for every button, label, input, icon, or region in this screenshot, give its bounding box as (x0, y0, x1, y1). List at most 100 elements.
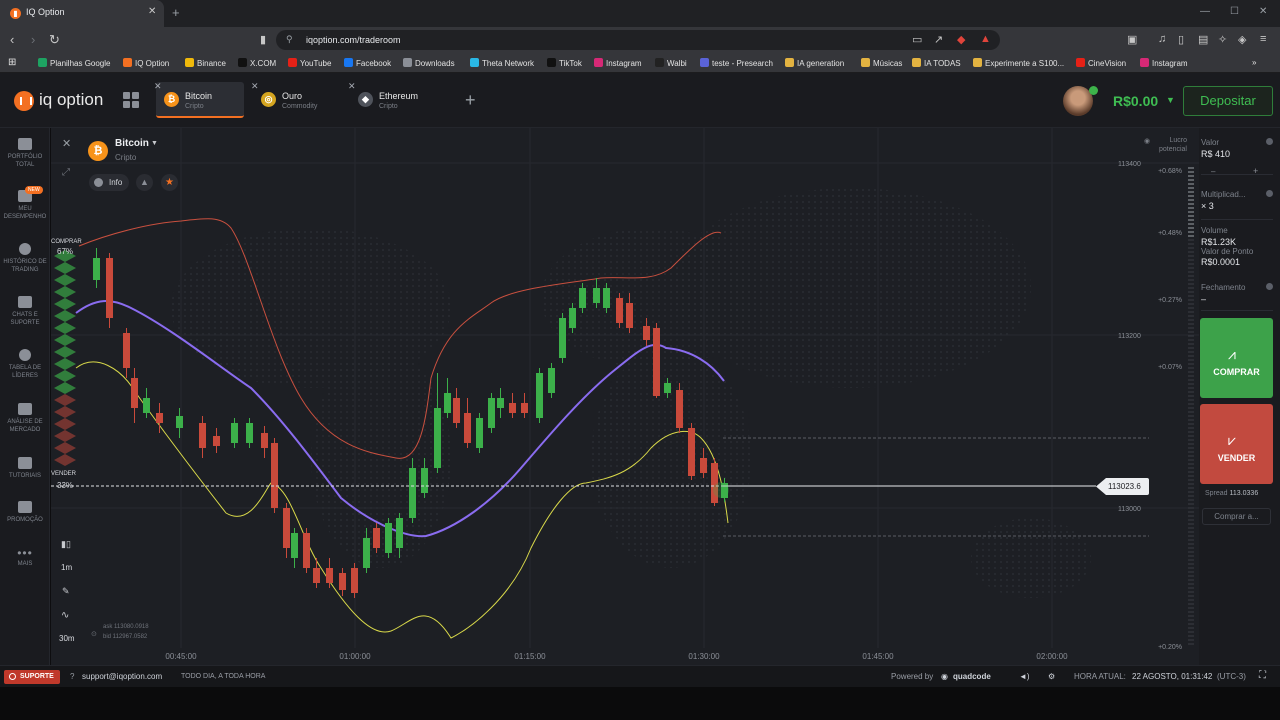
url-input[interactable]: ⚲ iqoption.com/traderoom (276, 30, 1000, 50)
fechamento-field[interactable]: Fechamento – (1201, 283, 1273, 311)
valor-value[interactable]: R$ 410 (1201, 149, 1273, 159)
decrease-icon[interactable]: – (1211, 167, 1215, 176)
fechamento-value[interactable]: – (1201, 294, 1273, 304)
bookmark-item[interactable]: CineVision (1076, 58, 1126, 68)
chart-area[interactable]: 00:45:00 01:00:00 01:15:00 01:30:00 01:45:00… (51, 128, 1199, 665)
new-tab-icon[interactable]: + (172, 5, 180, 20)
balance[interactable]: R$0.00 (1113, 93, 1158, 109)
price-chart[interactable]: 00:45:00 01:00:00 01:15:00 01:30:00 01:45:00… (51, 128, 1199, 665)
menu-icon[interactable]: ≡ (1260, 33, 1266, 45)
bookmark-item[interactable]: Músicas (861, 58, 902, 68)
cast-icon[interactable]: ▭ (912, 33, 922, 46)
back-icon[interactable]: ‹ (10, 32, 14, 47)
tab-bitcoin[interactable]: ✕ ₿ Bitcoin Cripto (154, 81, 244, 118)
sidebar-item-lideres[interactable]: TABELA DE LÍDERES (0, 349, 50, 380)
reload-icon[interactable]: ↻ (49, 32, 60, 48)
iqoption-logo-icon[interactable] (14, 91, 34, 111)
chevron-down-icon[interactable]: ▼ (151, 140, 158, 147)
sidebar-item-historico[interactable]: HISTÓRICO DE TRADING (0, 243, 50, 274)
sidebar-item-analise[interactable]: ANÁLISE DE MERCADO (0, 403, 50, 434)
bookmark-icon[interactable]: ▮ (260, 33, 266, 46)
sidebar-item-promocao[interactable]: PROMOÇÃO (0, 501, 50, 524)
extensions-icon[interactable]: ▣ (1127, 33, 1137, 46)
bell-icon[interactable]: ▲ (136, 174, 153, 191)
vpn-icon[interactable]: ◈ (1238, 33, 1246, 46)
eye-icon[interactable]: ◉ (1144, 137, 1150, 145)
close-tab-icon[interactable]: ✕ (348, 81, 356, 92)
more-bookmarks-icon[interactable]: » (1252, 58, 1256, 67)
bookmark-item[interactable]: Planilhas Google (38, 58, 110, 68)
timeframe-1m[interactable]: 1m (61, 563, 72, 572)
tab-ouro[interactable]: ✕ ◎ Ouro Commodity (251, 81, 341, 118)
info-icon[interactable] (1266, 283, 1273, 290)
comprar-a-button[interactable]: Comprar a... (1202, 508, 1271, 525)
chart-type-icon[interactable]: ▮▯ (61, 539, 71, 550)
site-info-icon[interactable]: ⚲ (286, 34, 293, 45)
bookmark-item[interactable]: IA generation (785, 58, 844, 68)
bookmark-item[interactable]: YouTube (288, 58, 331, 68)
deposit-button[interactable]: Depositar (1183, 86, 1273, 116)
bookmark-item[interactable]: IQ Option (123, 58, 169, 68)
gear-icon[interactable]: ⚙ (1048, 672, 1055, 681)
brave-shield-icon[interactable]: ◆ (957, 33, 965, 46)
minimize-icon[interactable]: — (1200, 6, 1210, 17)
info-button[interactable]: Info (89, 174, 129, 191)
fullscreen-icon[interactable]: ⛶ (1259, 670, 1266, 681)
assets-grid-icon[interactable] (123, 92, 140, 109)
indicators-icon[interactable]: ∿ (61, 610, 69, 621)
candle-body (688, 428, 695, 476)
bookmark-item[interactable]: Binance (185, 58, 226, 68)
close-window-icon[interactable]: ✕ (1259, 6, 1267, 17)
logo-text[interactable]: iq option (39, 90, 103, 110)
expand-icon[interactable]: ⤢ (62, 167, 70, 178)
share-icon[interactable]: ↗ (934, 33, 943, 46)
bookmark-item[interactable]: Facebook (344, 58, 391, 68)
chevron-down-icon[interactable]: ▼ (1166, 95, 1175, 105)
bookmark-item[interactable]: Experimente a S100... (973, 58, 1064, 68)
sidebar-icon[interactable]: ▯ (1178, 33, 1184, 46)
close-chart-icon[interactable]: ✕ (62, 137, 71, 150)
media-icon[interactable]: ♫ (1158, 33, 1166, 45)
info-icon[interactable] (1266, 190, 1273, 197)
bookmark-item[interactable]: Walbi (655, 58, 687, 68)
rewards-icon[interactable]: ▲ (980, 33, 991, 45)
increase-icon[interactable]: + (1253, 166, 1258, 176)
add-asset-icon[interactable]: + (465, 90, 476, 111)
close-tab-icon[interactable]: ✕ (148, 6, 156, 17)
valor-field[interactable]: Valor R$ 410 – + (1201, 138, 1273, 176)
sidebar-item-portfolio[interactable]: PORTFÓLIO TOTAL (0, 138, 50, 169)
star-icon[interactable]: ★ (161, 174, 178, 191)
forward-icon[interactable]: › (31, 32, 35, 47)
volume-icon[interactable]: ◄) (1019, 672, 1030, 681)
sidebar-item-mais[interactable]: ••• MAIS (0, 546, 50, 568)
bookmark-item[interactable]: X.COM (238, 58, 276, 68)
bookmark-item[interactable]: Instagram (1140, 58, 1188, 68)
support-email[interactable]: support@iqoption.com (82, 672, 162, 681)
timeframe-30m[interactable]: 30m (59, 634, 75, 643)
chart-asset-name[interactable]: Bitcoin (115, 138, 149, 149)
mult-value[interactable]: × 3 (1201, 201, 1273, 211)
multiplicador-field[interactable]: Multiplicad... × 3 (1201, 190, 1273, 220)
wallet-icon[interactable]: ▤ (1198, 33, 1208, 46)
bookmark-item[interactable]: TikTok (547, 58, 582, 68)
buy-button[interactable]: ⩘ COMPRAR (1200, 318, 1273, 398)
sidebar-item-desempenho[interactable]: MEU DESEMPENHO (0, 190, 50, 221)
close-tab-icon[interactable]: ✕ (154, 81, 162, 92)
bookmark-item[interactable]: Downloads (403, 58, 455, 68)
bookmark-item[interactable]: Theta Network (470, 58, 534, 68)
close-tab-icon[interactable]: ✕ (251, 81, 259, 92)
leo-icon[interactable]: ✧ (1218, 33, 1227, 46)
bookmark-item[interactable]: Instagram (594, 58, 642, 68)
draw-tool-icon[interactable]: ✎ (62, 586, 70, 597)
info-icon[interactable] (1266, 138, 1273, 145)
sidebar-item-chats[interactable]: CHATS E SUPORTE (0, 296, 50, 327)
maximize-icon[interactable]: ☐ (1230, 6, 1239, 17)
sidebar-item-tutoriais[interactable]: TUTORIAIS (0, 457, 50, 480)
tab-ethereum[interactable]: ✕ ◆ Ethereum Cripto (348, 81, 438, 118)
bookmark-item[interactable]: teste - Presearch (700, 58, 773, 68)
bookmark-item[interactable]: IA TODAS (912, 58, 961, 68)
sell-button[interactable]: ⩗ VENDER (1200, 404, 1273, 484)
browser-tab[interactable]: ▮ IQ Option ✕ (0, 0, 164, 27)
support-button[interactable]: SUPORTE (4, 670, 60, 684)
apps-icon[interactable]: ⊞ (8, 57, 16, 68)
